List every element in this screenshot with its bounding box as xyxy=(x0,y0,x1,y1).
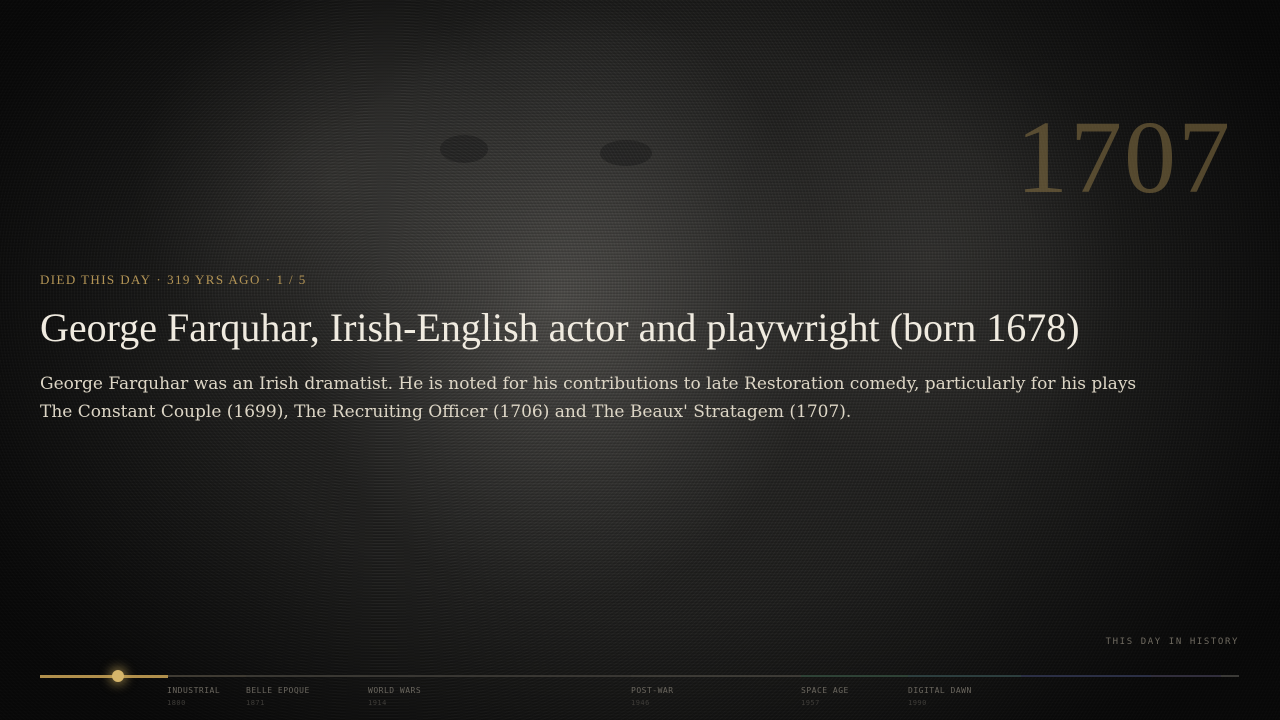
era-year: 1800 xyxy=(167,699,186,707)
era-segment-post-war xyxy=(631,675,801,677)
era-segment-industrial xyxy=(166,675,246,677)
era-label-space-age[interactable]: SPACE AGE 1957 xyxy=(801,686,849,707)
era-year: 1957 xyxy=(801,699,820,707)
era-label-digital-dawn[interactable]: DIGITAL DAWN 1990 xyxy=(908,686,972,707)
era-segment-space-age xyxy=(801,675,908,677)
era-segment-modern xyxy=(1021,675,1151,677)
era-label-post-war[interactable]: POST-WAR 1946 xyxy=(631,686,674,707)
era-name: SPACE AGE xyxy=(801,686,849,695)
event-kind: DIED THIS DAY xyxy=(40,272,152,287)
era-year: 1990 xyxy=(908,699,927,707)
event-card: DIED THIS DAY · 319 YRS AGO · 1 / 5 George F… xyxy=(40,272,1150,426)
era-name: POST-WAR xyxy=(631,686,674,695)
site-brand: THIS DAY IN HISTORY xyxy=(1105,637,1239,647)
era-year: 1871 xyxy=(246,699,265,707)
era-year: 1914 xyxy=(368,699,387,707)
era-name: WORLD WARS xyxy=(368,686,422,695)
era-name: INDUSTRIAL xyxy=(167,686,221,695)
era-label-world-wars[interactable]: WORLD WARS 1914 xyxy=(368,686,421,707)
event-title: George Farquhar, Irish-English actor and… xyxy=(40,305,1080,350)
meta-separator: · xyxy=(265,272,272,287)
era-timeline[interactable]: INDUSTRIAL 1800 BELLE EPOQUE 1871 WORLD … xyxy=(40,670,1239,710)
era-label-belle-epoque[interactable]: BELLE EPOQUE 1871 xyxy=(246,686,310,707)
era-year: 1946 xyxy=(631,699,650,707)
era-segment-recent xyxy=(1151,675,1221,677)
era-name: DIGITAL DAWN xyxy=(908,686,972,695)
event-meta: DIED THIS DAY · 319 YRS AGO · 1 / 5 xyxy=(40,272,1150,288)
era-name: BELLE EPOQUE xyxy=(246,686,310,695)
event-age: 319 YRS AGO xyxy=(167,272,261,287)
event-position: 1 / 5 xyxy=(276,272,307,287)
era-segment-world-wars xyxy=(368,675,631,677)
era-segment-digital-dawn xyxy=(908,675,1021,677)
timeline-progress xyxy=(40,675,168,678)
meta-separator: · xyxy=(156,272,163,287)
year-watermark: 1707 xyxy=(1016,100,1232,215)
era-segment-belle-epoque xyxy=(246,675,368,677)
era-label-industrial[interactable]: INDUSTRIAL 1800 xyxy=(167,686,220,707)
event-description: George Farquhar was an Irish dramatist. … xyxy=(40,374,1137,422)
timeline-current-marker[interactable] xyxy=(112,670,124,682)
